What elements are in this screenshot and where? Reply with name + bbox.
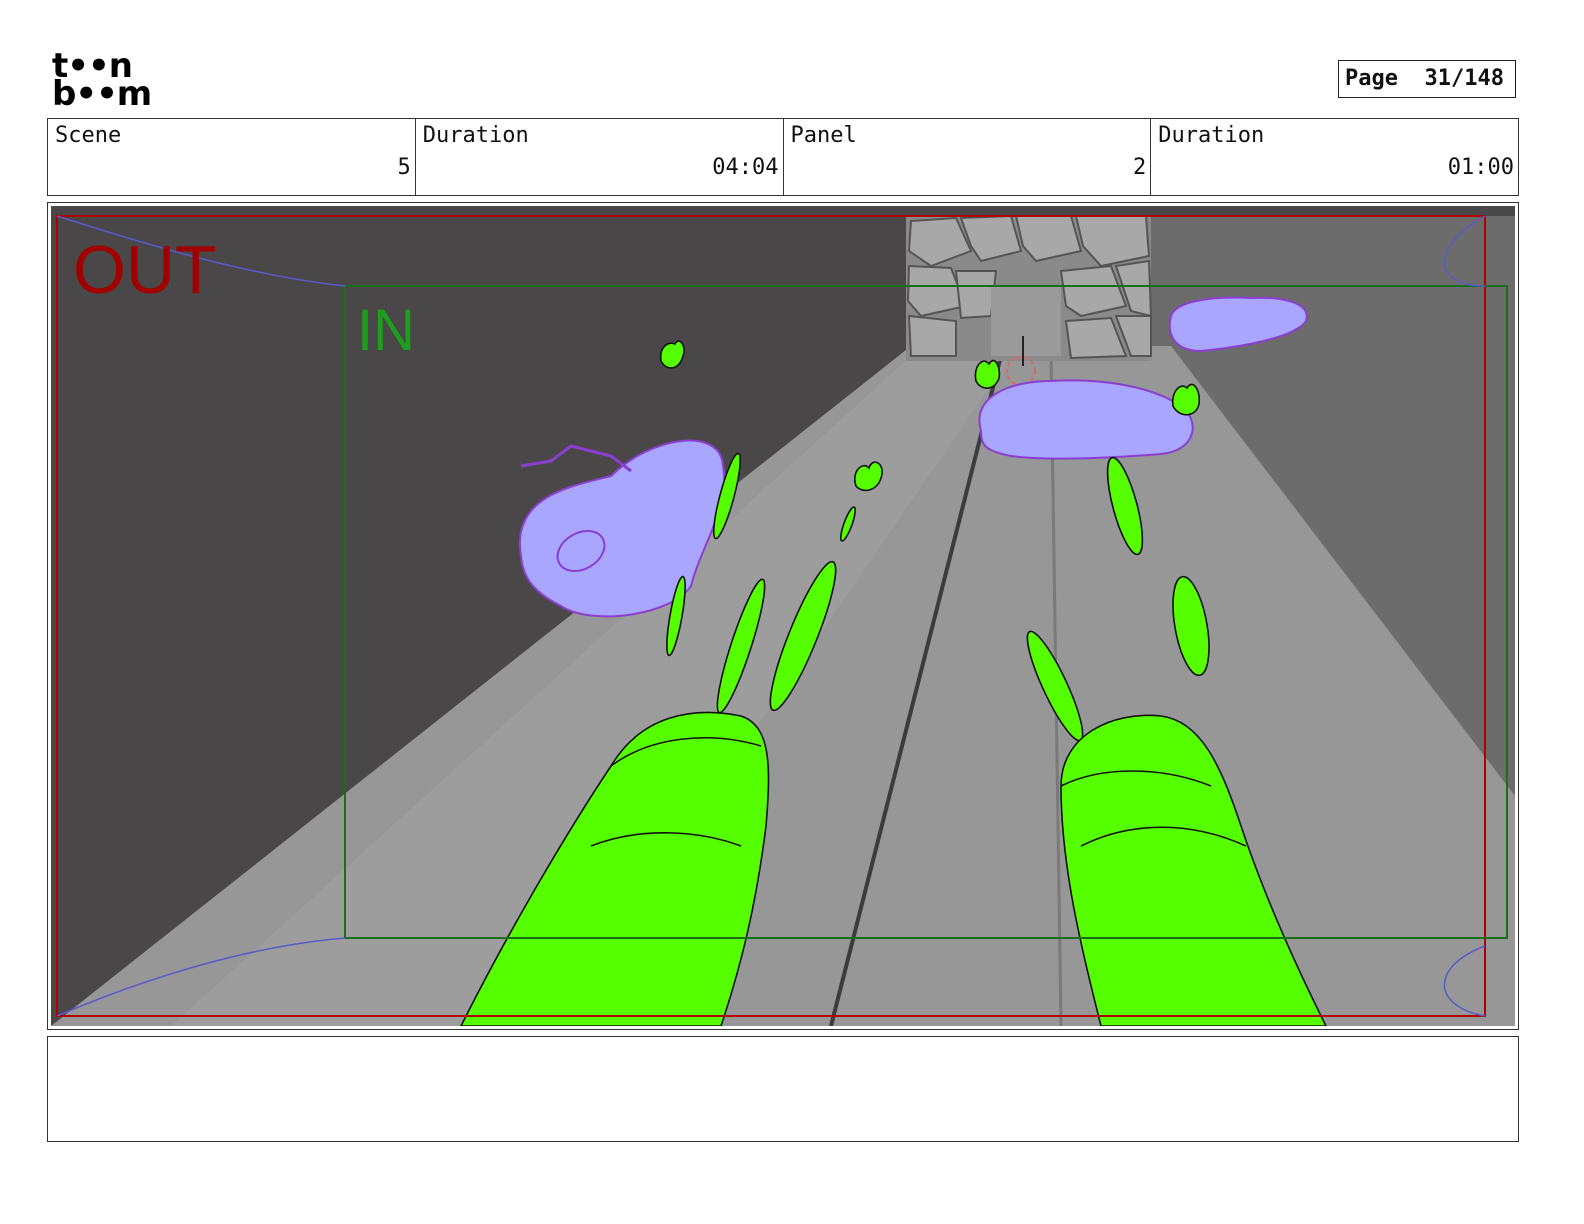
logo-line-2: b••m [52,74,152,114]
in-frame-label: IN [357,298,415,363]
storyboard-panel-image: OUT IN [51,206,1515,1026]
panel-notes-box [47,1036,1519,1142]
panel-duration-value: 01:00 [1447,155,1514,180]
panel-label: Panel [790,123,857,148]
toon-boom-logo: t••n b••m [52,49,164,114]
scene-duration-label: Duration [422,123,529,148]
panel-value: 2 [1133,155,1147,180]
scene-duration-value: 04:04 [712,155,779,180]
scene-cell: Scene 5 [48,119,416,195]
panel-duration-label: Duration [1158,123,1265,148]
panel-drawing [51,206,1515,1026]
page-value: 31/148 [1424,66,1504,91]
out-frame-label: OUT [73,232,217,308]
page-counter: Page 31/148 [1338,60,1516,98]
panel-duration-cell: Duration 01:00 [1151,119,1518,195]
page-label: Page [1345,66,1398,91]
stone-doorway [991,286,1061,356]
scene-duration-cell: Duration 04:04 [416,119,784,195]
panel-info-row: Scene 5 Duration 04:04 Panel 2 Duration … [47,118,1519,196]
panel-cell: Panel 2 [784,119,1152,195]
scene-value: 5 [397,155,411,180]
scene-label: Scene [55,123,122,148]
